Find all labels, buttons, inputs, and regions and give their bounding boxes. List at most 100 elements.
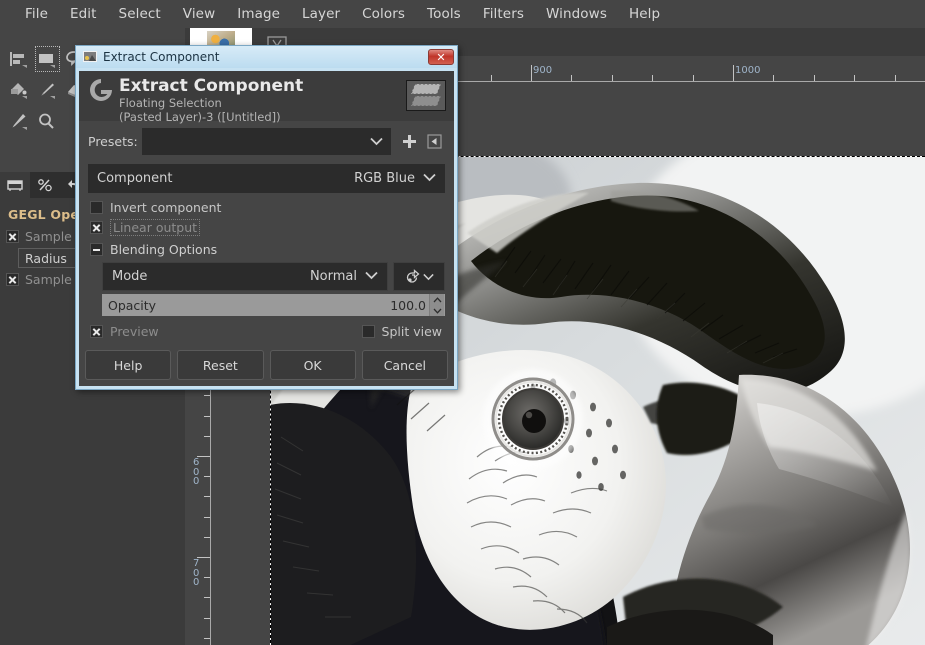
help-button[interactable]: Help [85, 350, 171, 380]
mode-label: Mode [112, 269, 147, 284]
hruler-label: 900 [531, 65, 552, 76]
dialog-title-bar[interactable]: Extract Component ✕ [76, 46, 457, 68]
plus-icon [402, 134, 417, 149]
vruler-tick [204, 597, 210, 598]
menu-item-windows[interactable]: Windows [535, 4, 618, 24]
mode-row: Mode Normal [102, 262, 445, 291]
dialog-header-title: Extract Component [119, 77, 406, 96]
bucket-fill-tool[interactable] [4, 75, 32, 106]
menu-item-layer[interactable]: Layer [291, 4, 351, 24]
menu-item-filters[interactable]: Filters [472, 4, 535, 24]
hruler-tick [612, 75, 613, 81]
mode-combo[interactable]: Mode Normal [102, 262, 388, 291]
opacity-value: 100.0 [390, 298, 429, 313]
dialog-body: Extract Component Floating Selection (Pa… [79, 71, 454, 386]
presets-row: Presets: [79, 121, 454, 155]
zoom-tool[interactable] [32, 106, 60, 137]
hruler-tick [854, 75, 855, 81]
vruler-label: 600 [193, 458, 202, 487]
split-view-checkbox[interactable] [362, 325, 375, 338]
align-tool[interactable] [4, 44, 32, 75]
add-preset-button[interactable] [398, 131, 420, 153]
linear-output-checkbox[interactable] [90, 221, 103, 234]
dock-tab-tool-options[interactable] [0, 172, 30, 198]
hruler-tick [652, 75, 653, 81]
opacity-spinner[interactable] [429, 294, 444, 316]
sample-merged-checkbox[interactable] [6, 273, 19, 286]
linear-output-row[interactable]: Linear output [79, 215, 454, 236]
vruler-tick [204, 496, 210, 497]
cancel-button[interactable]: Cancel [362, 350, 448, 380]
menu-item-colors[interactable]: Colors [351, 4, 416, 24]
vruler-tick [204, 416, 210, 417]
hruler-tick [895, 75, 896, 81]
sample-average-checkbox[interactable] [6, 230, 19, 243]
vruler-tick [204, 395, 210, 396]
rect-select-tool[interactable] [32, 44, 60, 75]
close-icon: ✕ [436, 52, 445, 63]
extract-component-dialog[interactable]: Extract Component ✕ Extract Component Fl… [75, 45, 458, 390]
preview-label: Preview [110, 324, 159, 339]
invert-component-checkbox[interactable] [90, 201, 103, 214]
menu-item-edit[interactable]: Edit [59, 4, 108, 24]
blending-options-expander[interactable]: Blending Options [79, 236, 454, 257]
hruler-tick [571, 75, 572, 81]
menu-item-tools[interactable]: Tools [416, 4, 472, 24]
dialog-header-subtitle: Floating Selection [119, 96, 406, 110]
dialog-title: Extract Component [103, 50, 428, 64]
dialog-window-icon [83, 48, 97, 67]
bucket-fill-icon [9, 81, 28, 100]
chevron-down-icon [370, 134, 383, 149]
gimp-logo-icon [87, 77, 115, 107]
split-view-label: Split view [382, 324, 442, 339]
vruler-tick [204, 577, 210, 578]
dialog-header-text: Extract Component Floating Selection (Pa… [119, 77, 406, 124]
component-value: RGB Blue [354, 171, 415, 186]
preview-row: Preview Split view [79, 316, 454, 339]
menu-item-file[interactable]: File [14, 4, 59, 24]
device-status-icon [37, 178, 53, 192]
preset-menu-button[interactable] [423, 131, 445, 153]
chevron-down-icon [365, 269, 378, 284]
close-button[interactable]: ✕ [428, 49, 454, 65]
vruler-tick [204, 618, 210, 619]
paintbrush-icon [37, 81, 56, 100]
vruler-tick [204, 638, 210, 639]
ok-button[interactable]: OK [270, 350, 356, 380]
ink-pen-icon [9, 112, 28, 131]
hruler-tick [693, 75, 694, 81]
hruler-label: 1000 [733, 65, 760, 76]
component-label: Component [97, 171, 172, 186]
preview-checkbox[interactable] [90, 325, 103, 338]
vruler-label: 700 [193, 559, 202, 588]
expander-collapse-icon[interactable] [90, 243, 103, 256]
chevron-down-icon [433, 308, 442, 314]
menu-item-image[interactable]: Image [226, 4, 291, 24]
ink-tool[interactable] [4, 106, 32, 137]
dock-tab-device-status[interactable] [30, 172, 60, 198]
gimp-application-window: FileEditSelectViewImageLayerColorsToolsF… [0, 0, 925, 645]
opacity-slider[interactable]: Opacity 100.0 [102, 294, 445, 316]
presets-combo[interactable] [142, 128, 391, 155]
vruler-tick [204, 476, 210, 477]
mode-revert-button[interactable] [393, 262, 445, 291]
hruler-tick [814, 75, 815, 81]
hruler-tick [491, 75, 492, 81]
linear-output-label: Linear output [110, 219, 200, 236]
reset-button[interactable]: Reset [177, 350, 263, 380]
dialog-button-row: Help Reset OK Cancel [85, 350, 448, 380]
invert-component-row[interactable]: Invert component [79, 193, 454, 215]
tool-options-icon [7, 178, 23, 192]
menu-bar: FileEditSelectViewImageLayerColorsToolsF… [0, 0, 925, 28]
menu-item-view[interactable]: View [172, 4, 226, 24]
component-combo[interactable]: Component RGB Blue [88, 164, 445, 193]
menu-item-help[interactable]: Help [618, 4, 671, 24]
vruler-tick [204, 517, 210, 518]
chevron-down-icon [423, 171, 436, 186]
magnifier-icon [37, 112, 56, 131]
paintbrush-tool[interactable] [32, 75, 60, 106]
rectangle-select-icon [37, 50, 56, 69]
hruler-major-tick [733, 65, 734, 81]
floating-selection-icon [406, 80, 446, 111]
menu-item-select[interactable]: Select [108, 4, 172, 24]
